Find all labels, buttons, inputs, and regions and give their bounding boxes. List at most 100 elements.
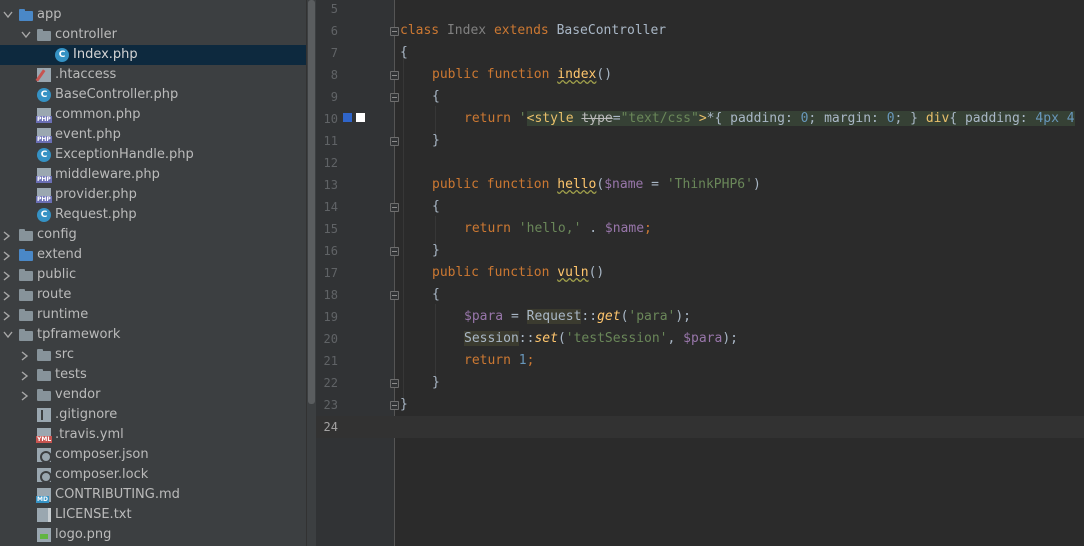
code-line-16[interactable]: } [432,240,440,262]
chevron-right-icon[interactable] [20,365,32,385]
chevron-right-icon[interactable] [20,385,32,405]
color-swatch-blue[interactable] [343,113,352,122]
code-line-11[interactable]: } [432,130,440,152]
chevron-down-icon[interactable] [2,325,14,345]
chevron-right-icon[interactable] [2,225,14,245]
tree-item-label: vendor [55,387,101,402]
equals: = [612,111,621,126]
number: 1 [518,353,527,368]
fold-marker-icon[interactable] [390,137,399,146]
tree-item-vendor[interactable]: vendor [0,385,306,405]
code-line-18[interactable]: { [432,284,440,306]
code-line-13[interactable]: public function hello($name = 'ThinkPHP6… [432,174,761,196]
tree-item-label: composer.json [55,447,149,462]
css-selector: div [925,111,950,126]
line-number: 18 [323,288,338,302]
folder-icon [19,9,33,21]
variable: $para [683,331,723,346]
tree-item-request[interactable]: C Request.php [0,205,306,225]
code-line-9[interactable]: { [432,86,440,108]
tree-item-license[interactable]: LICENSE.txt [0,505,306,525]
code-line-17[interactable]: public function vuln() [432,262,604,284]
tree-item-extend[interactable]: extend [0,245,306,265]
tree-scrollbar[interactable] [306,0,316,546]
line-number: 20 [323,332,338,346]
tree-item-controller[interactable]: controller [0,25,306,45]
text-file-icon [37,508,51,522]
code-line-21[interactable]: return 1; [464,350,534,372]
tree-item-runtime[interactable]: runtime [0,305,306,325]
tree-item-gitignore[interactable]: .gitignore [0,405,306,425]
tree-item-route[interactable]: route [0,285,306,305]
tree-item-label: .gitignore [55,407,118,422]
attribute-value: "text/css" [620,111,699,126]
css-text: *{ padding: [706,111,801,126]
tree-item-src[interactable]: src [0,345,306,365]
brace: } [432,243,440,258]
chevron-right-icon[interactable] [2,265,14,285]
tree-item-label: tpframework [37,327,121,342]
tree-item-contributing[interactable]: CONTRIBUTING.md [0,485,306,505]
php-class-icon: C [55,48,69,62]
tree-item-label: route [37,287,72,302]
tree-item-basecontroller[interactable]: C BaseController.php [0,85,306,105]
folder-icon [37,369,51,381]
fold-marker-icon[interactable] [390,401,399,410]
keyword: return [464,221,511,236]
tree-item-provider[interactable]: provider.php [0,185,306,205]
fold-marker-icon[interactable] [390,203,399,212]
tree-item-tpframework[interactable]: tpframework [0,325,306,345]
keyword: return [464,353,511,368]
code-line-19[interactable]: $para = Request::get('para'); [464,306,691,328]
chevron-down-icon[interactable] [2,5,14,25]
code-line-7[interactable]: { [400,42,408,64]
php-class-icon: C [37,148,51,162]
fold-marker-icon[interactable] [390,27,399,36]
brace: } [432,133,440,148]
string: 'testSession' [565,331,668,346]
class-reference: Request [526,309,582,324]
fold-marker-icon[interactable] [390,291,399,300]
color-swatch-white[interactable] [356,113,365,122]
variable: $name [604,177,644,192]
code-line-6[interactable]: class Index extends BaseController [400,20,666,42]
code-line-20[interactable]: Session::set('testSession', $para); [464,328,738,350]
tree-item-index-php[interactable]: C Index.php [0,45,306,65]
chevron-right-icon[interactable] [2,305,14,325]
tree-item-travis-yml[interactable]: .travis.yml [0,425,306,445]
chevron-right-icon[interactable] [20,345,32,365]
tree-item-exceptionhandle[interactable]: C ExceptionHandle.php [0,145,306,165]
tree-item-public[interactable]: public [0,265,306,285]
tree-item-config[interactable]: config [0,225,306,245]
chevron-down-icon[interactable] [20,25,32,45]
code-line-14[interactable]: { [432,196,440,218]
php-class-icon: C [37,88,51,102]
tree-item-label: CONTRIBUTING.md [55,487,180,502]
keyword: function [486,177,550,192]
tree-item-composer-lock[interactable]: composer.lock [0,465,306,485]
code-line-22[interactable]: } [432,372,440,394]
tree-item-composer-json[interactable]: composer.json [0,445,306,465]
chevron-right-icon[interactable] [2,285,14,305]
fold-marker-icon[interactable] [390,379,399,388]
fold-marker-icon[interactable] [390,247,399,256]
code-line-8[interactable]: public function index() [432,64,612,86]
line-number: 16 [323,244,338,258]
tree-item-app[interactable]: app [0,5,306,25]
tree-item-middleware[interactable]: middleware.php [0,165,306,185]
tree-scrollbar-thumb[interactable] [308,0,315,404]
code-line-15[interactable]: return 'hello,' . $name; [464,218,652,240]
html-tag: > [698,111,707,126]
fold-marker-icon[interactable] [390,93,399,102]
fold-marker-icon[interactable] [390,71,399,80]
comma: , [667,331,684,346]
paren: ( [557,331,566,346]
code-line-23[interactable]: } [400,394,408,416]
tree-item-common[interactable]: common.php [0,105,306,125]
tree-item-logo[interactable]: logo.png [0,525,306,545]
tree-item-htaccess[interactable]: .htaccess [0,65,306,85]
code-line-10[interactable]: return '<style type="text/css">*{ paddin… [464,108,1075,130]
chevron-right-icon[interactable] [2,245,14,265]
tree-item-event[interactable]: event.php [0,125,306,145]
tree-item-tests[interactable]: tests [0,365,306,385]
